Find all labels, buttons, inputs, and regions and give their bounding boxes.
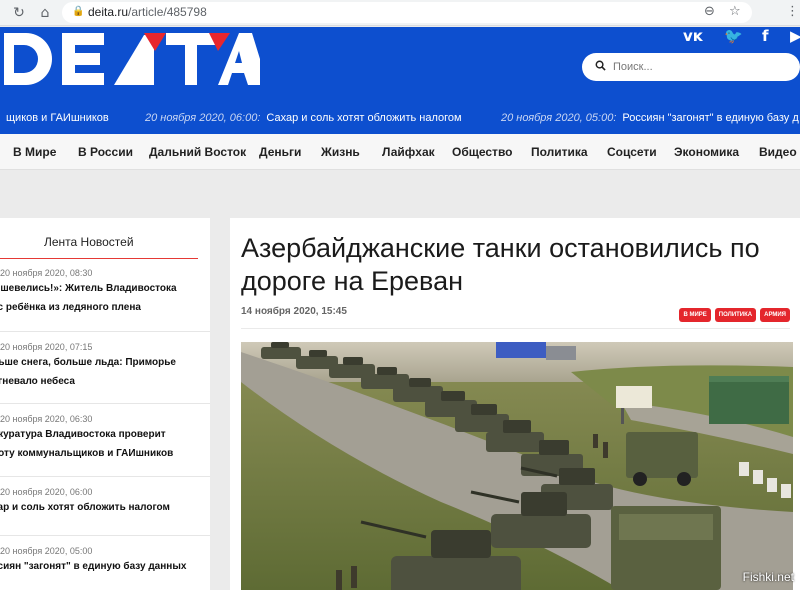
article-title: Азербайджанские танки остановились по до… xyxy=(241,233,760,296)
menu-item-russia[interactable]: В России xyxy=(78,145,133,159)
ticker-item[interactable]: 20 ноября 2020, 05:00: Россиян "загонят" … xyxy=(501,112,799,124)
menu-item-life[interactable]: Жизнь xyxy=(321,145,360,159)
twitter-icon[interactable]: 🐦 xyxy=(724,27,743,45)
news-date: 20 ноября 2020, 06:30 xyxy=(0,414,93,424)
youtube-icon[interactable]: ▶ xyxy=(790,27,800,45)
news-headline[interactable]: хар и соль хотят обложить налогом xyxy=(0,500,210,516)
ticker-item[interactable]: щиков и ГАИшников xyxy=(0,112,109,124)
lock-icon[interactable]: 🔒 xyxy=(72,6,84,17)
menu-item-video[interactable]: Видео xyxy=(759,145,797,159)
news-headline[interactable]: окуратура Владивостока проверит xyxy=(0,427,210,443)
news-item[interactable]: 20 ноября 2020, 06:00 хар и соль хотят о… xyxy=(0,476,210,516)
article-photo xyxy=(241,342,793,590)
tag-politics[interactable]: Политика xyxy=(714,308,757,322)
home-icon[interactable]: ⌂ xyxy=(36,4,54,22)
search-icon[interactable] xyxy=(595,60,606,71)
news-date: 20 ноября 2020, 06:00 xyxy=(0,487,93,497)
bookmark-star-icon[interactable]: ☆ xyxy=(729,4,741,19)
watermark: Fishki.net xyxy=(742,570,794,584)
news-headline[interactable]: боту коммунальщиков и ГАИшников xyxy=(0,446,210,462)
tag-world[interactable]: В мире xyxy=(679,308,711,322)
news-date: 20 ноября 2020, 08:30 xyxy=(0,268,93,278)
article-tags: В мире Политика Армия xyxy=(675,303,790,322)
main-menu: В Мире В России Дальний Восток Деньги Жи… xyxy=(0,134,800,170)
news-ticker: щиков и ГАИшников 20 ноября 2020, 06:00:… xyxy=(0,112,800,128)
news-item[interactable]: 20 ноября 2020, 07:15 льше снега, больше… xyxy=(0,331,210,390)
title-underline xyxy=(0,258,198,259)
url-text[interactable]: deita.ru/article/485798 xyxy=(88,5,207,19)
news-item[interactable]: 20 ноября 2020, 08:30 е шевелись!»: Жите… xyxy=(0,268,210,316)
news-date: 20 ноября 2020, 07:15 xyxy=(0,342,93,352)
news-headline[interactable]: льше снега, больше льда: Приморье xyxy=(0,355,210,371)
menu-item-lifehack[interactable]: Лайфхак xyxy=(382,145,435,159)
news-feed-title: Лента Новостей xyxy=(44,235,134,249)
news-headline[interactable]: ссиян "загонят" в единую базу данных xyxy=(0,559,210,575)
news-headline[interactable]: е шевелись!»: Житель Владивостока xyxy=(0,281,210,297)
menu-item-money[interactable]: Деньги xyxy=(259,145,301,159)
menu-item-world[interactable]: В Мире xyxy=(13,145,56,159)
tank-convoy-photo xyxy=(241,342,793,590)
news-headline[interactable]: ас ребёнка из ледяного плена xyxy=(0,300,210,316)
news-feed-sidebar: Лента Новостей 20 ноября 2020, 08:30 е ш… xyxy=(0,218,210,590)
ticker-item[interactable]: 20 ноября 2020, 06:00: Сахар и соль хотят… xyxy=(145,112,462,124)
menu-dots-icon[interactable]: ⋮ xyxy=(786,4,799,19)
zoom-icon[interactable]: ⊖ xyxy=(704,4,715,19)
tag-army[interactable]: Армия xyxy=(760,308,790,322)
site-logo[interactable] xyxy=(4,29,260,98)
site-header: ᴠᴋ 🐦 f ▶ щиков и ГАИшников 20 ноября 202… xyxy=(0,27,800,134)
menu-item-society[interactable]: Общество xyxy=(452,145,513,159)
reload-icon[interactable]: ↻ xyxy=(10,4,28,22)
menu-item-social-networks[interactable]: Соцсети xyxy=(607,145,657,159)
vk-icon[interactable]: ᴠᴋ xyxy=(683,27,703,45)
browser-toolbar: ↻ ⌂ 🔒 deita.ru/article/485798 ⊖ ☆ ⋮ xyxy=(0,0,800,26)
article-date: 14 ноября 2020, 15:45 xyxy=(241,306,347,317)
menu-item-politics[interactable]: Политика xyxy=(531,145,588,159)
deita-logo-icon xyxy=(4,33,260,85)
news-date: 20 ноября 2020, 05:00 xyxy=(0,546,93,556)
divider xyxy=(241,328,790,329)
article: Азербайджанские танки остановились по до… xyxy=(230,218,800,590)
menu-item-far-east[interactable]: Дальний Восток xyxy=(149,145,246,159)
news-headline[interactable]: огневало небеса xyxy=(0,374,210,390)
search-input[interactable] xyxy=(613,58,793,76)
facebook-icon[interactable]: f xyxy=(762,27,769,45)
news-item[interactable]: 20 ноября 2020, 06:30 окуратура Владивос… xyxy=(0,403,210,462)
news-item[interactable]: 20 ноября 2020, 05:00 ссиян "загонят" в … xyxy=(0,535,210,575)
menu-item-economy[interactable]: Экономика xyxy=(674,145,739,159)
